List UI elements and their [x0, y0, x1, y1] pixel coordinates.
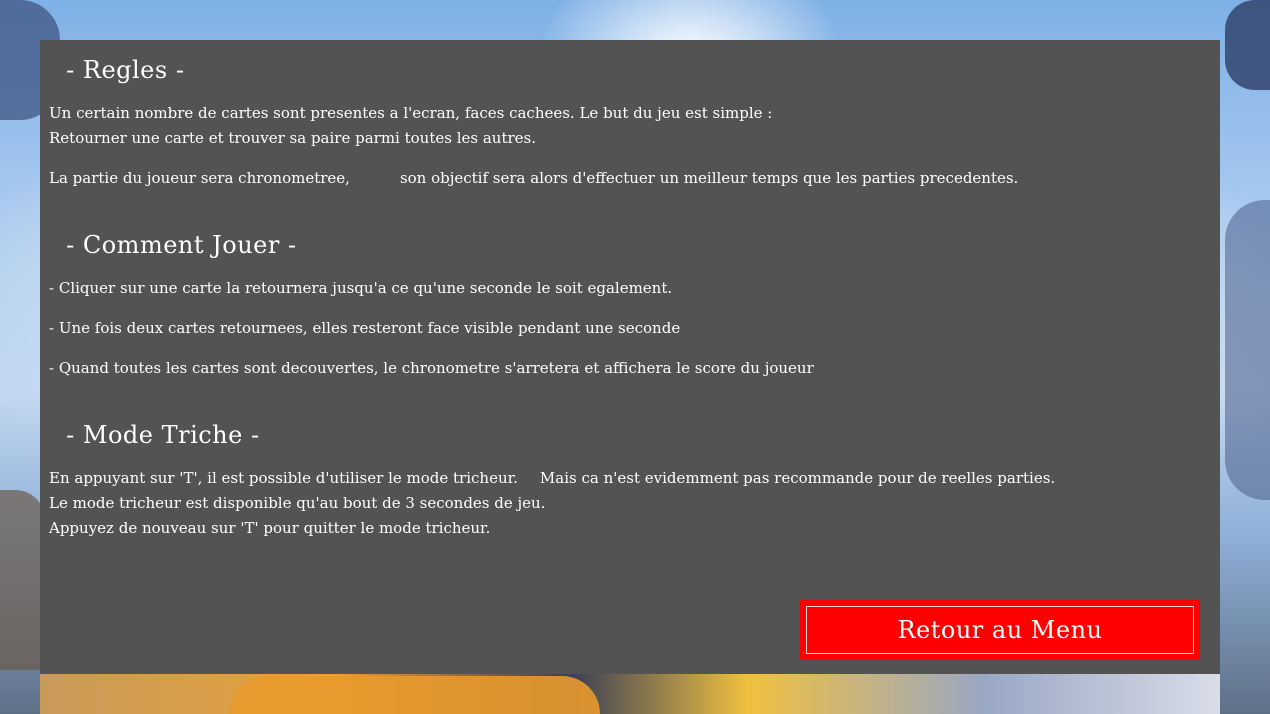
cheat-text-part: Mais ca n'est evidemment pas recommande … — [539, 469, 1056, 487]
rules-title: - Regles - — [58, 56, 185, 84]
howto-item: - Quand toutes les cartes sont decouvert… — [49, 359, 814, 377]
background-art — [1225, 200, 1270, 500]
cheat-text-part: En appuyant sur 'T', il est possible d'u… — [49, 469, 518, 487]
background-art — [40, 674, 1220, 714]
cheat-text-line: En appuyant sur 'T', il est possible d'u… — [49, 469, 1055, 487]
cheat-mode-title: - Mode Triche - — [58, 421, 260, 449]
background-art — [230, 676, 600, 714]
background-art — [1225, 0, 1270, 90]
back-to-menu-label: Retour au Menu — [806, 606, 1194, 654]
cheat-text-line: Le mode tricheur est disponible qu'au bo… — [49, 494, 546, 512]
rules-text-part: son objectif sera alors d'effectuer un m… — [399, 169, 1019, 187]
cheat-text-line: Appuyez de nouveau sur 'T' pour quitter … — [49, 519, 491, 537]
back-to-menu-button[interactable]: Retour au Menu — [800, 600, 1200, 660]
howto-item: - Une fois deux cartes retournees, elles… — [49, 319, 681, 337]
rules-text-line: Retourner une carte et trouver sa paire … — [49, 129, 536, 147]
rules-text-part: La partie du joueur sera chronometree, — [49, 169, 350, 187]
howto-title: - Comment Jouer - — [58, 231, 297, 259]
instructions-panel: - Regles - Un certain nombre de cartes s… — [40, 40, 1220, 674]
howto-item: - Cliquer sur une carte la retournera ju… — [49, 279, 673, 297]
rules-text-line: La partie du joueur sera chronometree, so… — [49, 169, 1018, 187]
rules-text-line: Un certain nombre de cartes sont present… — [49, 104, 773, 122]
background-art — [0, 490, 45, 670]
